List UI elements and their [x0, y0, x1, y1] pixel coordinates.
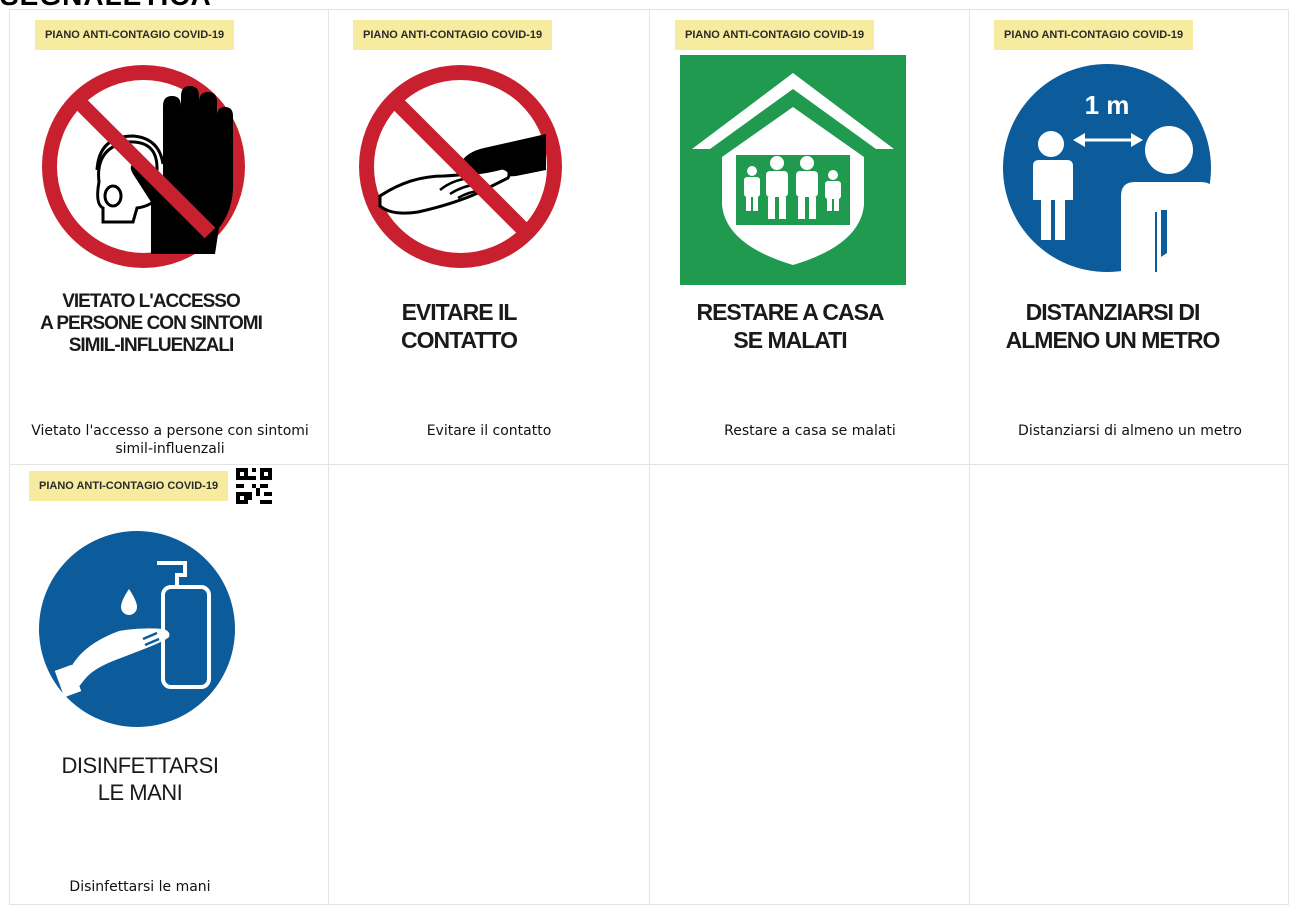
covid-plan-tag: PIANO ANTI-CONTAGIO COVID-19 — [29, 471, 229, 501]
empty-cell — [970, 465, 1289, 905]
sign-text: DISTANZIARSI DI ALMENO UN METRO — [1005, 299, 1221, 353]
covid-plan-tag: PIANO ANTI-CONTAGIO COVID-19 — [675, 20, 875, 50]
caption: Restare a casa se malati — [724, 423, 896, 439]
caption: Distanziarsi di almeno un metro — [1018, 423, 1242, 439]
distance-label: 1 m — [1085, 90, 1130, 120]
covid-plan-tag: PIANO ANTI-CONTAGIO COVID-19 — [994, 20, 1194, 50]
sign-cell-1: PIANO ANTI-CONTAGIO COVID-19 VIETATO L'A… — [9, 9, 329, 465]
qr-code-icon — [236, 468, 272, 504]
sign-cell-5: PIANO ANTI-CONTAGIO COVID-19 DISINFETTAR… — [9, 465, 329, 905]
stay-home-icon — [680, 55, 906, 285]
sign-cell-4: PIANO ANTI-CONTAGIO COVID-19 1 m DISTANZ… — [970, 9, 1289, 465]
caption: Evitare il contatto — [426, 423, 552, 439]
sign-text: RESTARE A CASA SE MALATI — [696, 299, 884, 353]
hand-sanitizer-icon — [39, 531, 235, 727]
empty-cell — [650, 465, 970, 905]
sign-cell-3: PIANO ANTI-CONTAGIO COVID-19 RESTARE A C… — [650, 9, 970, 465]
no-entry-hand-icon — [42, 65, 245, 268]
empty-cell — [329, 465, 650, 905]
caption: Disinfettarsi le mani — [69, 879, 211, 895]
covid-plan-tag: PIANO ANTI-CONTAGIO COVID-19 — [353, 20, 553, 50]
sign-text: VIETATO L'ACCESSO A PERSONE CON SINTOMI … — [40, 291, 263, 356]
no-contact-icon — [359, 65, 562, 268]
distance-icon: 1 m — [1003, 64, 1211, 272]
caption: Vietato l'accesso a persone con sintomi … — [31, 423, 309, 457]
sign-cell-2: PIANO ANTI-CONTAGIO COVID-19 EVITARE IL … — [329, 9, 650, 465]
sign-text: EVITARE IL CONTATTO — [401, 299, 518, 353]
sign-text: DISINFETTARSI LE MANI — [61, 753, 219, 805]
covid-plan-tag: PIANO ANTI-CONTAGIO COVID-19 — [35, 20, 235, 50]
